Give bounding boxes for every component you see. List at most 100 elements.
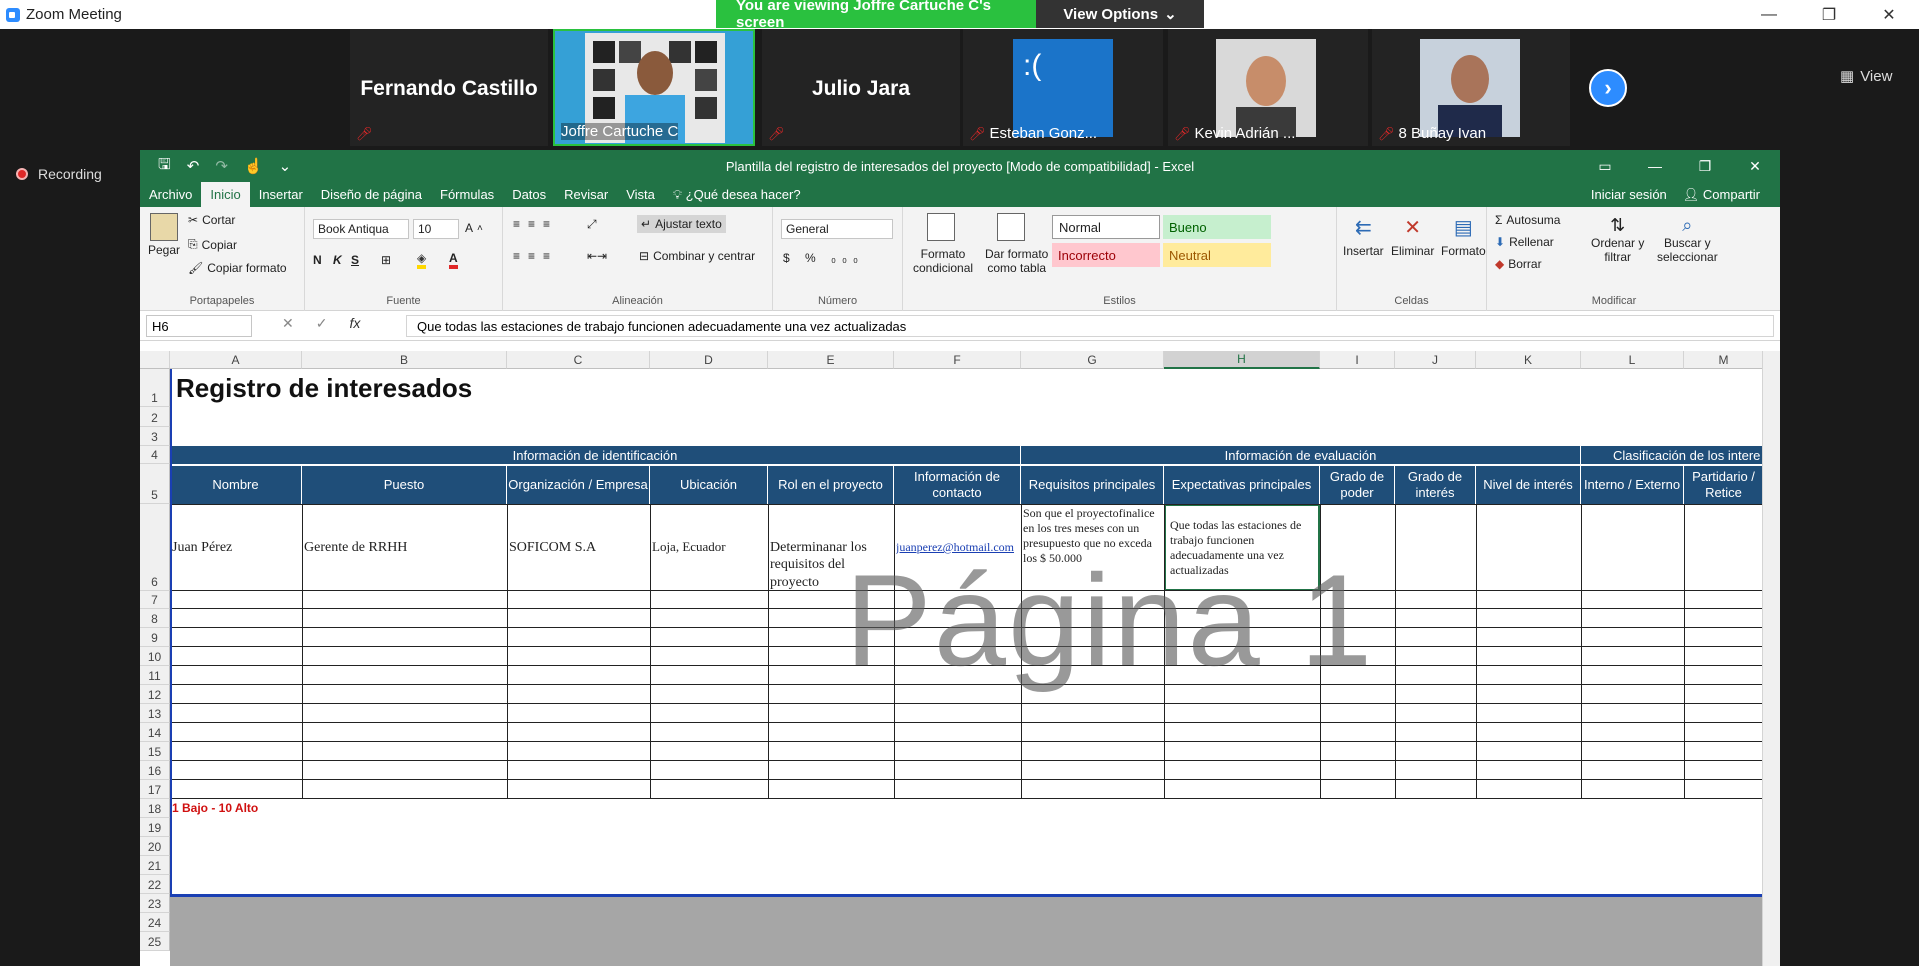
row-header-22[interactable]: 22: [140, 875, 170, 894]
column-heading[interactable]: Puesto: [302, 465, 507, 504]
cell-expectativas[interactable]: Que todas las estaciones de trabajo func…: [1164, 504, 1320, 591]
font-size-select[interactable]: 10: [413, 219, 459, 239]
row-header-5[interactable]: 5: [140, 464, 170, 504]
vertical-align-icons[interactable]: ≡≡≡: [513, 217, 558, 231]
paste-button[interactable]: Pegar: [148, 213, 180, 257]
column-heading[interactable]: Partidario / Retice: [1684, 465, 1762, 504]
column-heading[interactable]: Nombre: [170, 465, 302, 504]
fill-color-icon[interactable]: ◈: [417, 251, 427, 269]
participant-tile[interactable]: :( 🎤︎ Esteban Gonz...: [963, 29, 1163, 146]
formula-input[interactable]: Que todas las estaciones de trabajo func…: [406, 315, 1774, 337]
maximize-icon[interactable]: ❐: [1680, 150, 1730, 182]
row-header-18[interactable]: 18: [140, 799, 170, 818]
tab-archivo[interactable]: Archivo: [140, 182, 201, 207]
column-heading[interactable]: Expectativas principales: [1164, 465, 1320, 504]
merge-center-button[interactable]: ⊟ Combinar y centrar: [639, 249, 755, 263]
indent-icon[interactable]: ⇤⇥: [587, 249, 607, 263]
copy-button[interactable]: ⎘ Copiar: [188, 237, 237, 252]
row-header-3[interactable]: 3: [140, 427, 170, 446]
row-header-16[interactable]: 16: [140, 761, 170, 780]
column-heading[interactable]: Nivel de interés: [1476, 465, 1581, 504]
fill-button[interactable]: ⬇ Rellenar: [1495, 235, 1554, 249]
cut-button[interactable]: ✂ Cortar: [188, 213, 235, 227]
tab-diseno[interactable]: Diseño de página: [312, 182, 431, 207]
tab-formulas[interactable]: Fórmulas: [431, 182, 503, 207]
column-heading[interactable]: Grado de poder: [1320, 465, 1395, 504]
tab-vista[interactable]: Vista: [617, 182, 664, 207]
grow-font-icon[interactable]: A ˄: [465, 221, 483, 235]
row-header-13[interactable]: 13: [140, 704, 170, 723]
column-header-e[interactable]: E: [768, 351, 894, 369]
wrap-text-button[interactable]: ↵ Ajustar texto: [637, 215, 726, 233]
participant-tile[interactable]: 🎤︎ 8 Buñay Ivan: [1372, 29, 1570, 146]
sign-in-link[interactable]: Iniciar sesión: [1591, 187, 1667, 202]
row-header-21[interactable]: 21: [140, 856, 170, 875]
cell-nombre[interactable]: Juan Pérez: [172, 504, 300, 591]
clear-button[interactable]: ◆ Borrar: [1495, 257, 1542, 271]
minimize-icon[interactable]: —: [1630, 150, 1680, 182]
borders-icon[interactable]: ⊞: [381, 253, 391, 267]
row-header-4[interactable]: 4: [140, 446, 170, 464]
row-header-1[interactable]: 1: [140, 369, 170, 407]
view-options-button[interactable]: View Options ⌄: [1036, 0, 1204, 28]
recording-indicator[interactable]: Recording: [16, 166, 102, 182]
row-header-14[interactable]: 14: [140, 723, 170, 742]
format-as-table-button[interactable]: Dar formato como tabla: [985, 247, 1048, 275]
font-color-icon[interactable]: A: [449, 251, 458, 269]
bold-button[interactable]: N: [313, 253, 322, 267]
column-header-l[interactable]: L: [1581, 351, 1684, 369]
column-heading[interactable]: Interno / Externo: [1581, 465, 1684, 504]
row-header-12[interactable]: 12: [140, 685, 170, 704]
horizontal-align-icons[interactable]: ≡≡≡: [513, 249, 558, 263]
next-participants-button[interactable]: ›: [1589, 69, 1627, 107]
style-neutral[interactable]: Neutral: [1163, 243, 1271, 267]
cell-organizacion[interactable]: SOFICOM S.A: [509, 504, 648, 591]
find-select-button[interactable]: ⌕ Buscar y seleccionar: [1657, 215, 1718, 264]
column-heading[interactable]: Requisitos principales: [1021, 465, 1164, 504]
insert-function-icon[interactable]: fx: [349, 315, 360, 332]
tell-me-box[interactable]: 💡︎ ¿Qué desea hacer?: [664, 182, 810, 207]
ribbon-display-icon[interactable]: ▭: [1580, 150, 1630, 182]
close-icon[interactable]: ✕: [1859, 0, 1919, 29]
vertical-scrollbar[interactable]: [1762, 351, 1780, 966]
row-header-24[interactable]: 24: [140, 913, 170, 932]
orientation-icon[interactable]: ⤢: [587, 217, 597, 232]
enter-icon[interactable]: ✓: [316, 315, 328, 332]
column-heading[interactable]: Organización / Empresa: [507, 465, 650, 504]
format-cells-button[interactable]: ▤ Formato: [1441, 215, 1486, 258]
format-painter-button[interactable]: 🖌︎ Copiar formato: [188, 261, 287, 275]
tab-inicio[interactable]: Inicio: [201, 182, 250, 207]
worksheet[interactable]: A B C D E F G H I J K L M 1 2 3 4 5 6 7 8 9 10 11 12 13 14 15 16 17 18…: [140, 351, 1762, 966]
participant-tile[interactable]: Fernando Castillo 🎤︎: [350, 29, 548, 146]
row-header-10[interactable]: 10: [140, 647, 170, 666]
participant-tile[interactable]: Julio Jara 🎤︎: [762, 29, 960, 146]
row-header-20[interactable]: 20: [140, 837, 170, 856]
row-header-19[interactable]: 19: [140, 818, 170, 837]
number-format-icons[interactable]: $ % ₀₀₀: [783, 251, 864, 265]
row-header-25[interactable]: 25: [140, 932, 170, 951]
tab-insertar[interactable]: Insertar: [250, 182, 312, 207]
underline-button[interactable]: S: [351, 253, 359, 267]
tab-datos[interactable]: Datos: [503, 182, 555, 207]
italic-button[interactable]: K: [333, 253, 342, 267]
column-header-m[interactable]: M: [1684, 351, 1762, 369]
row-header-15[interactable]: 15: [140, 742, 170, 761]
select-all-corner[interactable]: [140, 351, 170, 369]
column-header-g[interactable]: G: [1021, 351, 1164, 369]
delete-cells-button[interactable]: ✕ Eliminar: [1391, 215, 1434, 258]
cell-requisitos[interactable]: Son que el proyectofinalice en los tres …: [1023, 504, 1162, 591]
autosum-button[interactable]: Σ Autosuma: [1495, 213, 1560, 227]
participant-tile[interactable]: 🎤︎ Kevin Adrián ...: [1168, 29, 1368, 146]
row-header-17[interactable]: 17: [140, 780, 170, 799]
style-incorrecto[interactable]: Incorrecto: [1052, 243, 1160, 267]
column-header-b[interactable]: B: [302, 351, 507, 369]
row-header-9[interactable]: 9: [140, 628, 170, 647]
cancel-icon[interactable]: ✕: [282, 315, 294, 332]
cell-puesto[interactable]: Gerente de RRHH: [304, 504, 505, 591]
name-box[interactable]: H6: [146, 315, 252, 337]
number-format-select[interactable]: General: [781, 219, 893, 239]
row-header-11[interactable]: 11: [140, 666, 170, 685]
view-button[interactable]: ▦ View: [1840, 67, 1892, 86]
column-heading[interactable]: Ubicación: [650, 465, 768, 504]
row-header-7[interactable]: 7: [140, 591, 170, 609]
